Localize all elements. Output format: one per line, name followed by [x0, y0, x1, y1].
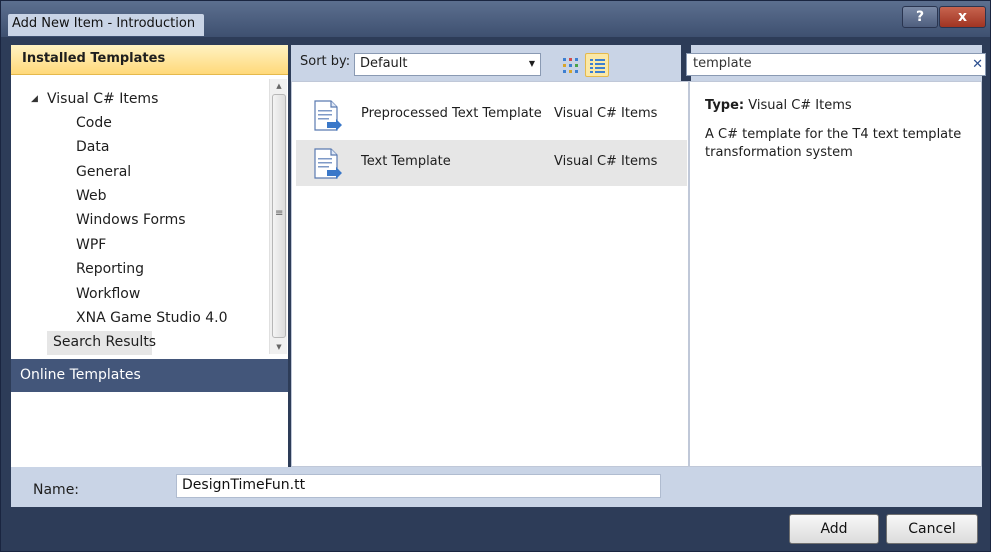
installed-templates-header[interactable]: Installed Templates: [11, 45, 288, 75]
add-new-item-dialog: Add New Item - Introduction ? x Installe…: [0, 0, 991, 552]
small-icons-view-button[interactable]: [558, 53, 582, 77]
close-button[interactable]: x: [939, 6, 986, 28]
name-field-value: DesignTimeFun.tt: [182, 477, 306, 493]
tree-item-xna-game-studio[interactable]: XNA Game Studio 4.0: [76, 307, 228, 331]
window-title: Add New Item - Introduction: [8, 14, 204, 36]
scroll-up-icon[interactable]: ▲: [270, 79, 288, 93]
tree-item-general[interactable]: General: [76, 161, 131, 185]
list-view-icon: [590, 59, 605, 73]
text-template-icon: [314, 148, 342, 179]
name-label: Name:: [33, 482, 80, 498]
sort-toolbar: Sort by: Default ▼: [291, 45, 681, 81]
online-templates-header[interactable]: Online Templates: [11, 359, 288, 392]
text-template-icon: [314, 100, 342, 131]
search-input-value: template: [693, 56, 752, 71]
tree-item-windows-forms[interactable]: Windows Forms: [76, 209, 186, 233]
category-scrollbar[interactable]: ▲ ≡ ▼: [269, 79, 287, 354]
title-bar: Add New Item - Introduction ? x: [1, 1, 990, 37]
tree-item-web[interactable]: Web: [76, 185, 107, 209]
tree-item-data[interactable]: Data: [76, 136, 109, 160]
search-input[interactable]: template: [686, 53, 986, 76]
tree-item-wpf[interactable]: WPF: [76, 234, 106, 258]
tree-item-label: Visual C# Items: [47, 91, 159, 107]
template-type-line: Type: Visual C# Items: [705, 98, 852, 113]
search-area: template ✕: [686, 45, 986, 81]
clear-search-icon[interactable]: ✕: [972, 57, 983, 72]
template-type: Visual C# Items: [554, 106, 658, 121]
list-view-button[interactable]: [585, 53, 609, 77]
template-description: A C# template for the T4 text template t…: [705, 127, 962, 160]
left-pane-empty-area: [11, 392, 288, 467]
sort-label: Sort by:: [300, 54, 351, 69]
template-details-pane: Type: Visual C# Items A C# template for …: [689, 81, 982, 467]
tree-item-visual-csharp-items[interactable]: ◢ Visual C# Items: [31, 88, 158, 112]
scroll-thumb[interactable]: ≡: [272, 94, 286, 338]
sort-dropdown[interactable]: Default ▼: [354, 53, 541, 76]
expand-arrow-icon[interactable]: ◢: [31, 88, 47, 110]
name-row: Name: DesignTimeFun.tt: [11, 467, 982, 507]
template-row-preprocessed-text-template[interactable]: Preprocessed Text Template Visual C# Ite…: [296, 92, 687, 138]
add-button[interactable]: Add: [789, 514, 879, 544]
template-type: Visual C# Items: [554, 154, 658, 169]
tree-item-code[interactable]: Code: [76, 112, 112, 136]
help-button[interactable]: ?: [902, 6, 938, 28]
grip-icon: ≡: [275, 208, 284, 219]
chevron-down-icon: ▼: [528, 59, 535, 68]
sort-value: Default: [360, 56, 408, 71]
type-value: Visual C# Items: [748, 98, 852, 113]
template-name: Preprocessed Text Template: [361, 106, 542, 121]
template-row-text-template[interactable]: Text Template Visual C# Items: [296, 140, 687, 186]
template-categories-pane: Installed Templates ◢ Visual C# Items Cod…: [11, 45, 288, 467]
type-label: Type:: [705, 98, 745, 113]
template-list: Preprocessed Text Template Visual C# Ite…: [291, 81, 689, 467]
tree-item-reporting[interactable]: Reporting: [76, 258, 144, 282]
template-name: Text Template: [361, 154, 451, 169]
tree-item-search-results[interactable]: Search Results: [47, 331, 156, 355]
cancel-button[interactable]: Cancel: [886, 514, 978, 544]
small-icons-icon: [563, 58, 578, 73]
name-field[interactable]: DesignTimeFun.tt: [176, 474, 661, 498]
tree-item-workflow[interactable]: Workflow: [76, 283, 140, 307]
scroll-down-icon[interactable]: ▼: [270, 340, 288, 354]
